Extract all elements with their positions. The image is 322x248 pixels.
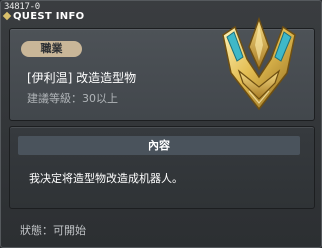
quest-info-window: 34817-0 QUEST INFO 職業 [伊利温] 改造造型物 建議等級：3…	[0, 0, 322, 248]
quest-status: 狀態：可開始	[20, 224, 86, 237]
quest-level-requirement: 建議等級：30以上	[27, 92, 118, 105]
job-badge: 職業	[21, 41, 82, 57]
quest-name: [伊利温] 改造造型物	[27, 71, 137, 85]
content-header: 內容	[18, 136, 300, 155]
quest-description: 我决定将造型物改造成机器人。	[29, 172, 183, 185]
title-diamond-icon	[2, 11, 12, 21]
window-title: QUEST INFO	[13, 11, 85, 22]
gold-crown-medal-icon	[222, 17, 296, 111]
